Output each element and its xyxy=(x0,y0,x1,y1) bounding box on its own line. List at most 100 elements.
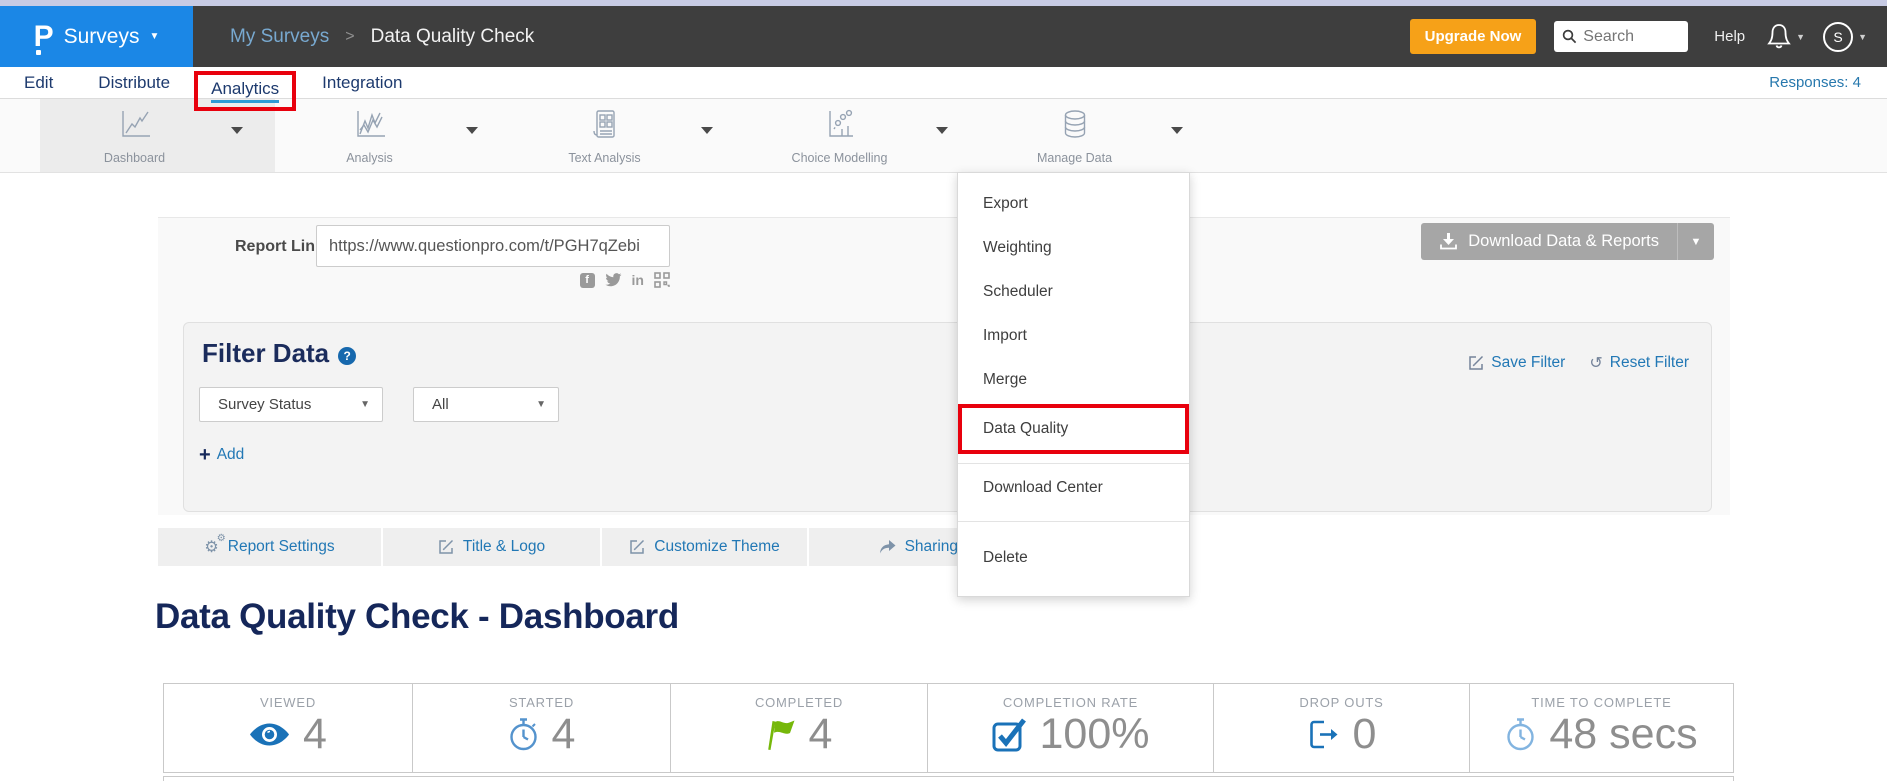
breadcrumb-current-survey: Data Quality Check xyxy=(371,26,535,48)
analysis-dropdown-caret[interactable] xyxy=(466,127,478,134)
stat-viewed: VIEWED 4 xyxy=(164,684,413,772)
page-title: Data Quality Check - Dashboard xyxy=(155,597,679,637)
search-box[interactable] xyxy=(1554,21,1688,52)
menu-item-scheduler[interactable]: Scheduler xyxy=(958,270,1189,314)
title-logo-button[interactable]: Title & Logo xyxy=(383,528,600,566)
responses-count: Responses: 4 xyxy=(1769,74,1861,91)
manage-data-dropdown-caret[interactable] xyxy=(1171,127,1183,134)
bell-icon xyxy=(1767,23,1791,50)
download-data-reports-button[interactable]: Download Data & Reports ▼ xyxy=(1421,223,1714,260)
survey-tab-bar: Edit Distribute Analytics Integration Re… xyxy=(0,67,1887,98)
stat-time-to-complete: TIME TO COMPLETE 48 secs xyxy=(1470,684,1733,772)
report-link-input[interactable] xyxy=(316,225,670,267)
database-icon xyxy=(1061,108,1089,140)
toolbar-label: Choice Modelling xyxy=(745,151,934,165)
newspaper-icon xyxy=(591,108,619,140)
breadcrumb-my-surveys[interactable]: My Surveys xyxy=(230,26,329,48)
survey-stats-table: VIEWED 4 STARTED 4 COMPLETED 4 COMPLETIO… xyxy=(163,683,1734,773)
stat-completed: COMPLETED 4 xyxy=(671,684,928,772)
report-settings-button[interactable]: ⚙ Report Settings xyxy=(158,528,381,566)
toolbar-label: Analysis xyxy=(275,151,464,165)
add-filter-link[interactable]: + Add xyxy=(199,445,244,465)
report-link-label: Report Link xyxy=(235,238,324,256)
chevron-down-icon: ▼ xyxy=(149,31,159,42)
reset-icon: ↺ xyxy=(1589,353,1602,373)
download-button-label: Download Data & Reports xyxy=(1468,232,1659,251)
next-section-edge xyxy=(163,776,1734,781)
customize-theme-button[interactable]: Customize Theme xyxy=(602,528,807,566)
toolbar-item-manage-data[interactable]: Manage Data xyxy=(980,99,1215,172)
filter-data-section: Filter Data ? Save Filter ↺ Reset Filter… xyxy=(183,322,1712,512)
tab-analytics[interactable]: Analytics xyxy=(211,79,279,103)
share-icons-row: f in xyxy=(558,272,670,288)
gears-icon: ⚙ xyxy=(204,537,218,557)
filter-field-select[interactable]: Survey Status ▼ xyxy=(199,387,383,422)
save-filter-link[interactable]: Save Filter xyxy=(1468,353,1565,373)
twitter-icon[interactable] xyxy=(605,273,622,287)
line-chart-icon xyxy=(118,108,152,140)
dashboard-dropdown-caret[interactable] xyxy=(231,127,243,134)
qr-code-icon[interactable] xyxy=(654,272,670,288)
download-icon xyxy=(1439,233,1458,250)
product-switcher[interactable]: P Surveys ▼ xyxy=(0,6,193,67)
menu-item-data-quality[interactable]: Data Quality xyxy=(958,404,1189,454)
chevron-down-icon: ▼ xyxy=(536,399,546,410)
notifications-button[interactable]: ▼ xyxy=(1767,23,1805,50)
help-question-icon[interactable]: ? xyxy=(338,347,356,365)
menu-divider xyxy=(958,521,1189,522)
upgrade-now-button[interactable]: Upgrade Now xyxy=(1410,19,1537,54)
tab-integration[interactable]: Integration xyxy=(322,73,402,93)
filter-value-select[interactable]: All ▼ xyxy=(413,387,559,422)
help-link[interactable]: Help xyxy=(1714,28,1745,45)
search-icon xyxy=(1562,29,1577,44)
toolbar-item-choice-modelling[interactable]: Choice Modelling xyxy=(745,99,980,172)
edit-icon xyxy=(438,539,454,555)
download-options-caret[interactable]: ▼ xyxy=(1677,223,1714,260)
avatar: S xyxy=(1823,22,1853,52)
toolbar-item-text-analysis[interactable]: Text Analysis xyxy=(510,99,745,172)
filter-data-title: Filter Data xyxy=(202,338,329,369)
flag-icon xyxy=(766,718,796,752)
account-menu-button[interactable]: S ▼ xyxy=(1823,22,1867,52)
chevron-down-icon: ▼ xyxy=(1796,32,1805,42)
toolbar-label: Dashboard xyxy=(40,151,229,165)
stopwatch-icon xyxy=(508,717,539,752)
plus-icon: + xyxy=(199,445,211,465)
breadcrumb-separator: > xyxy=(345,28,354,46)
toolbar-label: Text Analysis xyxy=(510,151,699,165)
questionpro-logo-icon: P xyxy=(34,22,54,52)
choice-modelling-dropdown-caret[interactable] xyxy=(936,127,948,134)
reset-filter-link[interactable]: ↺ Reset Filter xyxy=(1589,353,1689,373)
stat-started: STARTED 4 xyxy=(413,684,671,772)
exit-icon xyxy=(1307,718,1340,751)
share-icon xyxy=(879,540,896,555)
toolbar-label: Manage Data xyxy=(980,151,1169,165)
checkbox-icon xyxy=(992,717,1027,752)
search-input[interactable] xyxy=(1583,28,1678,46)
manage-data-dropdown-menu: Export Weighting Scheduler Import Merge … xyxy=(957,172,1190,597)
menu-item-delete[interactable]: Delete xyxy=(958,536,1189,580)
edit-icon xyxy=(1468,355,1484,371)
app-header: P Surveys ▼ My Surveys > Data Quality Ch… xyxy=(0,6,1887,67)
menu-item-export[interactable]: Export xyxy=(958,182,1189,226)
breadcrumb: My Surveys > Data Quality Check xyxy=(230,26,534,48)
toolbar-item-analysis[interactable]: Analysis xyxy=(275,99,510,172)
menu-item-merge[interactable]: Merge xyxy=(958,358,1189,402)
menu-item-weighting[interactable]: Weighting xyxy=(958,226,1189,270)
edit-icon xyxy=(629,539,645,555)
product-name: Surveys xyxy=(64,25,140,49)
stat-completion-rate: COMPLETION RATE 100% xyxy=(928,684,1214,772)
multi-line-chart-icon xyxy=(353,108,387,140)
tab-distribute[interactable]: Distribute xyxy=(98,73,170,93)
facebook-icon[interactable]: f xyxy=(580,273,595,288)
text-analysis-dropdown-caret[interactable] xyxy=(701,127,713,134)
tab-edit[interactable]: Edit xyxy=(24,73,53,93)
eye-icon xyxy=(249,722,290,747)
menu-item-download-center[interactable]: Download Center xyxy=(958,464,1189,512)
linkedin-icon[interactable]: in xyxy=(632,272,644,288)
stopwatch-icon xyxy=(1505,717,1536,752)
menu-item-import[interactable]: Import xyxy=(958,314,1189,358)
chevron-down-icon: ▼ xyxy=(360,399,370,410)
choice-modelling-chart-icon xyxy=(824,108,856,140)
analytics-highlight-box: Analytics xyxy=(194,71,296,111)
